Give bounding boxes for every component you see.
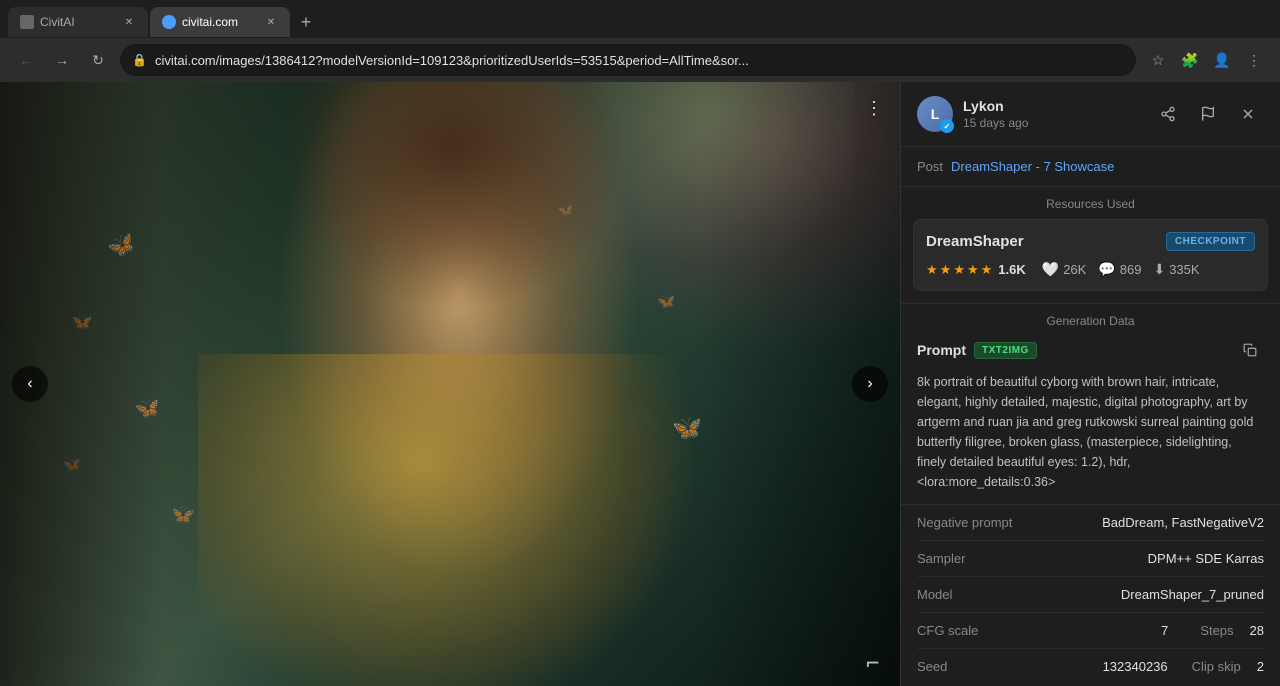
- new-tab-button[interactable]: +: [292, 8, 320, 36]
- prompt-label: Prompt TXT2IMG: [917, 342, 1037, 359]
- downloads-count: 335K: [1169, 262, 1199, 277]
- username-text: Lykon: [963, 98, 1004, 114]
- header-actions: [1152, 98, 1264, 130]
- active-tab-title: civitai.com: [182, 15, 258, 29]
- star-3: ★: [953, 262, 965, 278]
- right-panel: L ✓ Lykon 15 days ago: [900, 82, 1280, 686]
- rating-count: 1.6K: [998, 262, 1025, 277]
- cfg-scale-value: 7: [1161, 623, 1168, 638]
- share-button[interactable]: [1152, 98, 1184, 130]
- main-content: 🦋 🦋 🦋 🦋 🦋 🦋 🦋 🦋 ⋮ ‹ › ⌐ L ✓: [0, 82, 1280, 686]
- tab-close-btn[interactable]: ✕: [122, 15, 136, 29]
- model-label: Model: [917, 587, 952, 602]
- download-icon: ⬇: [1153, 261, 1165, 278]
- steps-value: 28: [1250, 623, 1264, 638]
- panel-header: L ✓ Lykon 15 days ago: [901, 82, 1280, 147]
- avatar: L ✓: [917, 96, 953, 132]
- resource-header: DreamShaper CHECKPOINT: [926, 232, 1255, 251]
- image-panel: 🦋 🦋 🦋 🦋 🦋 🦋 🦋 🦋 ⋮ ‹ › ⌐: [0, 82, 900, 686]
- copy-prompt-button[interactable]: [1236, 336, 1264, 364]
- post-section: Post DreamShaper - 7 Showcase: [901, 147, 1280, 187]
- reload-button[interactable]: ↻: [84, 46, 112, 74]
- active-tab-favicon: [162, 15, 176, 29]
- clip-skip-value: 2: [1257, 659, 1264, 674]
- resource-card: DreamShaper CHECKPOINT ★ ★ ★ ★ ★ 1.6K 🤍 …: [913, 219, 1268, 291]
- model-value: DreamShaper_7_pruned: [1121, 587, 1264, 602]
- avatar-initial: L: [931, 106, 940, 122]
- edge-vignette: [0, 82, 900, 686]
- address-bar: ← → ↻ 🔒 civitai.com/images/1386412?model…: [0, 38, 1280, 82]
- tab-favicon: [20, 15, 34, 29]
- prompt-label-text: Prompt: [917, 342, 966, 358]
- steps-label: Steps: [1200, 623, 1233, 638]
- negative-prompt-row: Negative prompt BadDream, FastNegativeV2: [917, 505, 1264, 541]
- user-info: Lykon 15 days ago: [963, 98, 1142, 130]
- star-4: ★: [967, 262, 979, 278]
- info-section: Negative prompt BadDream, FastNegativeV2…: [901, 504, 1280, 684]
- url-text: civitai.com/images/1386412?modelVersionI…: [155, 53, 1124, 68]
- star-2: ★: [940, 262, 952, 278]
- comments-action[interactable]: 💬 869: [1098, 261, 1141, 278]
- cfg-steps-row: CFG scale 7 Steps 28: [917, 613, 1264, 649]
- model-row: Model DreamShaper_7_pruned: [917, 577, 1264, 613]
- likes-action[interactable]: 🤍 26K: [1042, 261, 1087, 278]
- lock-icon: 🔒: [132, 53, 147, 67]
- menu-button[interactable]: ⋮: [1240, 46, 1268, 74]
- star-1: ★: [926, 262, 938, 278]
- bookmark-button[interactable]: ☆: [1144, 46, 1172, 74]
- verified-badge: ✓: [940, 119, 954, 133]
- next-image-button[interactable]: ›: [852, 366, 888, 402]
- resource-actions: 🤍 26K 💬 869 ⬇ 335K: [1042, 261, 1200, 278]
- downloads-action[interactable]: ⬇ 335K: [1153, 261, 1199, 278]
- flag-button[interactable]: [1192, 98, 1224, 130]
- seed-label: Seed: [917, 659, 1103, 674]
- timestamp: 15 days ago: [963, 116, 1142, 130]
- resource-name[interactable]: DreamShaper: [926, 233, 1024, 250]
- browser-tab[interactable]: CivitAI ✕: [8, 7, 148, 37]
- sampler-value: DPM++ SDE Karras: [1148, 551, 1264, 566]
- tab-bar: CivitAI ✕ civitai.com ✕ +: [0, 0, 1280, 38]
- star-rating: ★ ★ ★ ★ ★ 1.6K: [926, 262, 1026, 278]
- seed-value: 132340236: [1103, 659, 1168, 674]
- prompt-text: 8k portrait of beautiful cyborg with bro…: [917, 372, 1264, 492]
- txt2img-badge: TXT2IMG: [974, 342, 1037, 359]
- extensions-button[interactable]: 🧩: [1176, 46, 1204, 74]
- likes-count: 26K: [1063, 262, 1086, 277]
- post-label: Post: [917, 159, 943, 174]
- prev-image-button[interactable]: ‹: [12, 366, 48, 402]
- address-bar-input[interactable]: 🔒 civitai.com/images/1386412?modelVersio…: [120, 44, 1136, 76]
- negative-prompt-label: Negative prompt: [917, 515, 1012, 530]
- tab-title: CivitAI: [40, 15, 116, 29]
- cfg-scale-label: CFG scale: [917, 623, 1161, 638]
- sampler-row: Sampler DPM++ SDE Karras: [917, 541, 1264, 577]
- generation-data-title: Generation Data: [901, 303, 1280, 336]
- forward-button[interactable]: →: [48, 46, 76, 74]
- seed-clipskip-row: Seed 132340236 Clip skip 2: [917, 649, 1264, 684]
- username[interactable]: Lykon: [963, 98, 1142, 114]
- post-link[interactable]: DreamShaper - 7 Showcase: [951, 159, 1114, 174]
- comments-count: 869: [1120, 262, 1142, 277]
- close-button[interactable]: [1232, 98, 1264, 130]
- star-5: ★: [981, 262, 993, 278]
- profile-button[interactable]: 👤: [1208, 46, 1236, 74]
- active-tab-close-btn[interactable]: ✕: [264, 15, 278, 29]
- active-tab[interactable]: civitai.com ✕: [150, 7, 290, 37]
- corner-mark: ⌐: [866, 652, 886, 672]
- sampler-label: Sampler: [917, 551, 965, 566]
- browser-actions: ☆ 🧩 👤 ⋮: [1144, 46, 1268, 74]
- negative-prompt-value: BadDream, FastNegativeV2: [1102, 515, 1264, 530]
- resources-title: Resources Used: [901, 187, 1280, 219]
- back-button[interactable]: ←: [12, 46, 40, 74]
- more-options-button[interactable]: ⋮: [860, 94, 888, 122]
- browser-chrome: CivitAI ✕ civitai.com ✕ + ← → ↻ 🔒 civita…: [0, 0, 1280, 82]
- comment-icon: 💬: [1098, 261, 1115, 278]
- prompt-section: Prompt TXT2IMG 8k portrait of beautiful …: [901, 336, 1280, 504]
- checkpoint-badge: CHECKPOINT: [1166, 232, 1255, 251]
- clip-skip-label: Clip skip: [1192, 659, 1241, 674]
- prompt-header: Prompt TXT2IMG: [917, 336, 1264, 364]
- heart-icon: 🤍: [1042, 261, 1059, 278]
- resource-stats: ★ ★ ★ ★ ★ 1.6K 🤍 26K 💬 869: [926, 261, 1255, 278]
